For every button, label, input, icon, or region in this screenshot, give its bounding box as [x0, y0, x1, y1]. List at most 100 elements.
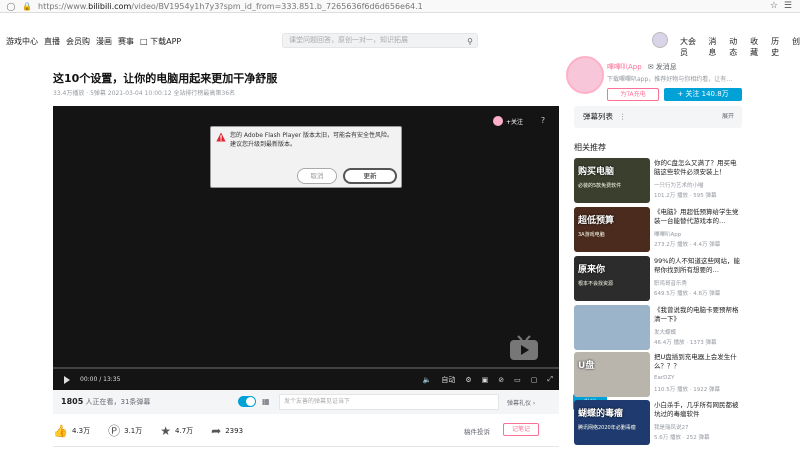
bilibili-tv-icon — [510, 335, 538, 360]
report-link[interactable]: 稿件投诉 — [464, 426, 490, 436]
nav-comics[interactable]: 漫画 — [96, 36, 112, 47]
related-thumbnail[interactable]: 蝴蝶的毒瘤 腾讯网络2020年必删毒瘤 — [574, 400, 650, 445]
nav-create[interactable]: 创 — [792, 36, 800, 58]
related-author[interactable]: 职鸡哥音乐秀 — [654, 279, 687, 287]
search-icon[interactable]: ⚲ — [467, 35, 473, 48]
dialog-message: 您的 Adobe Flash Player 版本太旧，可能会有安全性风险。建议您… — [230, 132, 394, 148]
nav-download-app[interactable]: □ 下载APP — [140, 36, 181, 47]
volume-icon[interactable]: 🔈 — [423, 376, 432, 384]
update-button[interactable]: 更新 — [343, 168, 397, 184]
video-meta: 33.4万播放 · 5弹幕 2021-03-04 10:00:12 全站排行榜最… — [53, 90, 236, 97]
nav-shop[interactable]: 会员购 — [66, 36, 90, 47]
follow-button[interactable]: + 关注 140.8万 — [664, 88, 742, 101]
user-avatar[interactable] — [652, 32, 668, 48]
related-title[interactable]: 99%的人不知道这些网站，能帮你找到所有想要的… — [654, 257, 742, 275]
nav-vip[interactable]: 大会员 — [680, 36, 702, 58]
video-progress-bar[interactable] — [53, 367, 559, 369]
related-author[interactable]: 我是瑞凤说27 — [654, 423, 689, 431]
flash-warning-dialog: 您的 Adobe Flash Player 版本太旧，可能会有安全性风险。建议您… — [210, 126, 402, 188]
browser-url-bar[interactable]: ◯ 🔒 https://www.bilibili.com/video/BV195… — [0, 0, 800, 13]
related-thumbnail[interactable] — [574, 305, 650, 350]
shield-icon[interactable]: ◯ — [6, 1, 16, 11]
coin-icon: Ⓟ — [108, 424, 121, 438]
time-display: 00:00 / 13:35 — [80, 376, 121, 383]
uploader-description: 下载嗶嗶叭app，推荐好物与你相约看，让有… — [607, 76, 733, 83]
nav-messages[interactable]: 消息 — [708, 36, 723, 58]
menu-icon[interactable]: ☰ — [784, 1, 792, 11]
uploader-avatar[interactable] — [566, 56, 604, 94]
webfullscreen-icon[interactable]: ▢ — [531, 376, 538, 384]
related-author[interactable]: 嗶嗶叭App — [654, 230, 681, 238]
related-author[interactable]: EarDZY — [654, 375, 674, 381]
player-controls: 00:00 / 13:35 🔈 自动 ⚙ ▣ ⊘ ▭ ▢ ⤢ — [53, 371, 559, 388]
related-stats: 5.6万 播放 · 252 弹幕 — [654, 435, 710, 441]
nav-history[interactable]: 历史 — [771, 36, 786, 58]
widescreen-icon[interactable]: ▭ — [514, 376, 521, 384]
more-icon[interactable]: ⋮ — [619, 112, 627, 121]
related-thumbnail[interactable]: 超低预算 3A游戏电脑 — [574, 207, 650, 252]
warning-icon — [216, 132, 226, 142]
related-item[interactable]: U盘 把U盘插到充电器上会发生什么？？？ EarDZY 110.5万 播放 · … — [574, 352, 742, 397]
related-title[interactable]: 《我曾说我的电脑卡要预帮格清一下》 — [654, 306, 742, 324]
related-thumbnail[interactable]: 购买电脑 必装的5款免费软件 — [574, 158, 650, 203]
related-item[interactable]: 购买电脑 必装的5款免费软件 你的C盘怎么又满了？用买电脑这些软件必须安装上！ 一… — [574, 158, 742, 203]
related-thumbnail[interactable]: U盘 — [574, 352, 650, 397]
related-title[interactable]: 把U盘插到充电器上会发生什么？？？ — [654, 353, 742, 371]
uploader-name[interactable]: 嗶嗶叭App — [607, 63, 642, 71]
nav-game-center[interactable]: 游戏中心 — [6, 36, 38, 47]
related-author[interactable]: 一只行为艺术的小喵 — [654, 181, 704, 189]
related-title[interactable]: 《电脑》用超低预算给学生党装一台能替代游戏本的… — [654, 208, 742, 226]
related-stats: 110.5万 播放 · 1922 弹幕 — [654, 387, 720, 393]
phone-icon: □ — [140, 36, 148, 46]
pip-icon[interactable]: ▣ — [482, 376, 489, 384]
cancel-button[interactable]: 取消 — [297, 168, 337, 184]
related-author[interactable]: 发大蝶蝶 — [654, 328, 676, 336]
charge-button[interactable]: 为TA充电 — [607, 88, 659, 101]
uploader-mini-avatar — [493, 116, 503, 126]
play-icon[interactable] — [64, 375, 70, 384]
related-item[interactable]: 超低预算 3A游戏电脑 《电脑》用超低预算给学生党装一台能替代游戏本的… 嗶嗶叭A… — [574, 207, 742, 252]
related-item[interactable]: 原来你 根本不会找资源 99%的人不知道这些网站，能帮你找到所有想要的… 职鸡哥音… — [574, 256, 742, 301]
danmaku-input[interactable]: 发个友善的弹幕见证当下 — [279, 394, 499, 410]
info-icon[interactable]: ? — [538, 116, 548, 126]
nav-live[interactable]: 直播 — [44, 36, 60, 47]
nav-events[interactable]: 赛事 — [118, 36, 134, 47]
danmaku-off-icon[interactable]: ⊘ — [498, 376, 504, 384]
fullscreen-icon[interactable]: ⤢ — [547, 375, 553, 384]
related-heading: 相关推荐 — [574, 143, 606, 152]
settings-icon[interactable]: ⚙ — [465, 376, 471, 384]
nav-dynamics[interactable]: 动态 — [729, 36, 744, 58]
bookmark-star-icon[interactable]: ☆ — [770, 1, 778, 11]
related-item[interactable]: 蝴蝶的毒瘤 腾讯网络2020年必删毒瘤 小白杀手，几乎所有网民都被坑过的毒瘤软件 … — [574, 400, 742, 445]
coin-button[interactable]: Ⓟ 3.1万 — [108, 422, 142, 439]
video-title: 这10个设置，让你的电脑用起来更加干净舒服 — [53, 72, 278, 85]
quality-auto[interactable]: 自动 — [441, 375, 455, 385]
search-input[interactable]: 课堂问题回答，原创一对一，知识拓展 ⚲ — [282, 33, 478, 48]
overlay-follow[interactable]: +关注 — [493, 116, 523, 126]
message-link[interactable]: ✉ 发消息 — [648, 63, 677, 71]
danmaku-list-panel[interactable]: 弹幕列表 ⋮ 展开 — [574, 106, 742, 128]
favorite-button[interactable]: ★ 4.7万 — [160, 424, 193, 438]
expand-link[interactable]: 展开 — [722, 106, 734, 128]
like-button[interactable]: 👍 4.3万 — [53, 424, 90, 438]
url-text[interactable]: https://www.bilibili.com/video/BV1954y1h… — [38, 2, 770, 11]
related-stats: 273.2万 播放 · 4.4万 弹幕 — [654, 242, 721, 248]
video-actions: 👍 4.3万 Ⓟ 3.1万 ★ 4.7万 ➦ 2393 — [53, 422, 261, 439]
divider — [53, 446, 559, 447]
related-stats: 101.2万 播放 · 595 弹幕 — [654, 193, 717, 199]
nav-favorites[interactable]: 收藏 — [750, 36, 765, 58]
notes-button[interactable]: 记笔记 — [503, 423, 539, 436]
danmaku-toggle[interactable] — [238, 396, 256, 407]
share-button[interactable]: ➦ 2393 — [211, 424, 243, 438]
related-title[interactable]: 小白杀手，几乎所有网民都被坑过的毒瘤软件 — [654, 401, 742, 419]
uploader-name-row: 嗶嗶叭App ✉ 发消息 — [607, 62, 677, 72]
related-stats: 649.5万 播放 · 4.8万 弹幕 — [654, 291, 721, 297]
thumbs-up-icon: 👍 — [53, 423, 68, 438]
danmaku-etiquette-link[interactable]: 弹幕礼仪 › — [507, 398, 535, 407]
related-title[interactable]: 你的C盘怎么又满了？用买电脑这些软件必须安装上！ — [654, 159, 742, 177]
danmaku-settings-icon[interactable]: ▦ — [262, 397, 270, 406]
related-item[interactable]: 《我曾说我的电脑卡要预帮格清一下》 发大蝶蝶 46.4万 播放 · 1373 弹… — [574, 305, 742, 350]
related-thumbnail[interactable]: 原来你 根本不会找资源 — [574, 256, 650, 301]
lock-icon[interactable]: 🔒 — [22, 1, 32, 11]
star-icon: ★ — [160, 423, 172, 438]
